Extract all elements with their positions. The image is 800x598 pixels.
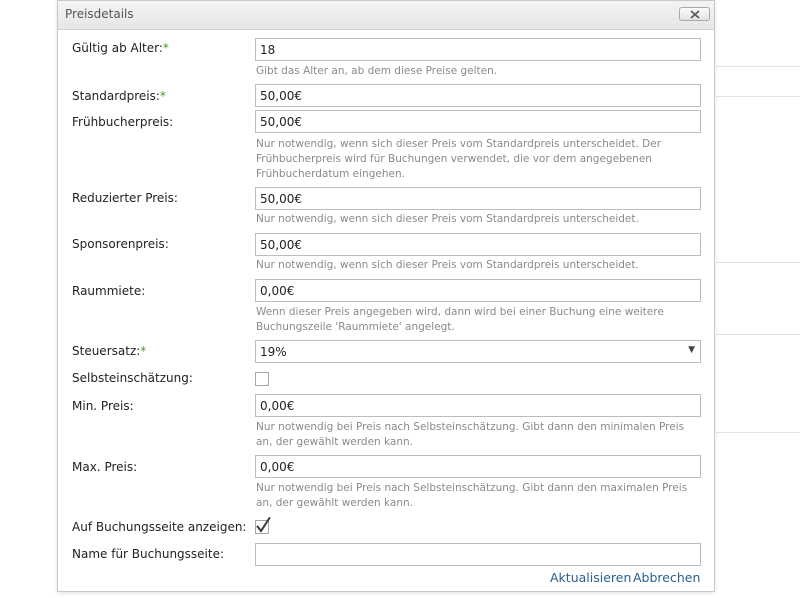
- room-rent-input[interactable]: [255, 279, 701, 302]
- required-marker: *: [159, 89, 166, 103]
- close-icon: [690, 10, 700, 19]
- min-price-input[interactable]: [255, 394, 701, 417]
- early-price-hint: Nur notwendig, wenn sich dieser Preis vo…: [256, 138, 662, 180]
- age-label: Gültig ab Alter:*: [72, 41, 169, 55]
- background-divider: [716, 334, 800, 335]
- max-price-input[interactable]: [255, 455, 701, 478]
- standard-price-label: Standardpreis:*: [72, 89, 166, 103]
- reduced-price-input[interactable]: [255, 187, 701, 210]
- background-divider: [716, 262, 800, 263]
- standard-price-input[interactable]: [255, 84, 701, 107]
- early-price-input[interactable]: [255, 110, 701, 133]
- max-price-hint: Nur notwendig bei Preis nach Selbsteinsc…: [256, 482, 688, 509]
- checkmark-icon: [255, 517, 271, 534]
- self-assessment-checkbox[interactable]: [255, 372, 269, 386]
- room-rent-label: Raummiete:: [72, 284, 146, 298]
- close-button[interactable]: [679, 7, 710, 21]
- booking-name-label: Name für Buchungsseite:: [72, 547, 225, 561]
- reduced-price-label: Reduzierter Preis:: [72, 191, 178, 205]
- tax-rate-select[interactable]: 19% ▼: [255, 340, 701, 363]
- dialog-title: Preisdetails: [65, 7, 134, 21]
- tax-rate-label: Steuersatz:*: [72, 344, 147, 358]
- cancel-link[interactable]: Abbrechen: [633, 570, 700, 585]
- sponsor-price-hint: Nur notwendig, wenn sich dieser Preis vo…: [256, 259, 639, 271]
- booking-name-input[interactable]: [255, 543, 701, 566]
- chevron-down-icon: ▼: [688, 345, 695, 355]
- age-hint: Gibt das Alter an, ab dem diese Preise g…: [256, 65, 498, 77]
- background-divider: [716, 432, 800, 433]
- required-marker: *: [140, 344, 147, 358]
- sponsor-price-input[interactable]: [255, 233, 701, 256]
- reduced-price-hint: Nur notwendig, wenn sich dieser Preis vo…: [256, 213, 639, 225]
- price-details-dialog: Preisdetails Gültig ab Alter:* Gibt das …: [57, 0, 715, 592]
- update-link[interactable]: Aktualisieren: [550, 570, 631, 585]
- room-rent-hint: Wenn dieser Preis angegeben wird, dann w…: [256, 306, 664, 333]
- tax-rate-value: 19%: [260, 345, 287, 359]
- self-assessment-label: Selbsteinschätzung:: [72, 371, 193, 385]
- min-price-label: Min. Preis:: [72, 399, 134, 413]
- background-divider: [716, 96, 800, 97]
- background-divider: [716, 66, 800, 67]
- sponsor-price-label: Sponsorenpreis:: [72, 237, 169, 251]
- show-on-booking-checkbox[interactable]: [255, 517, 271, 537]
- age-input[interactable]: [255, 38, 701, 61]
- early-price-label: Frühbucherpreis:: [72, 115, 174, 129]
- min-price-hint: Nur notwendig bei Preis nach Selbsteinsc…: [256, 421, 685, 448]
- required-marker: *: [162, 41, 169, 55]
- max-price-label: Max. Preis:: [72, 460, 138, 474]
- dialog-titlebar: Preisdetails: [58, 1, 714, 30]
- show-on-booking-label: Auf Buchungsseite anzeigen:: [72, 520, 247, 534]
